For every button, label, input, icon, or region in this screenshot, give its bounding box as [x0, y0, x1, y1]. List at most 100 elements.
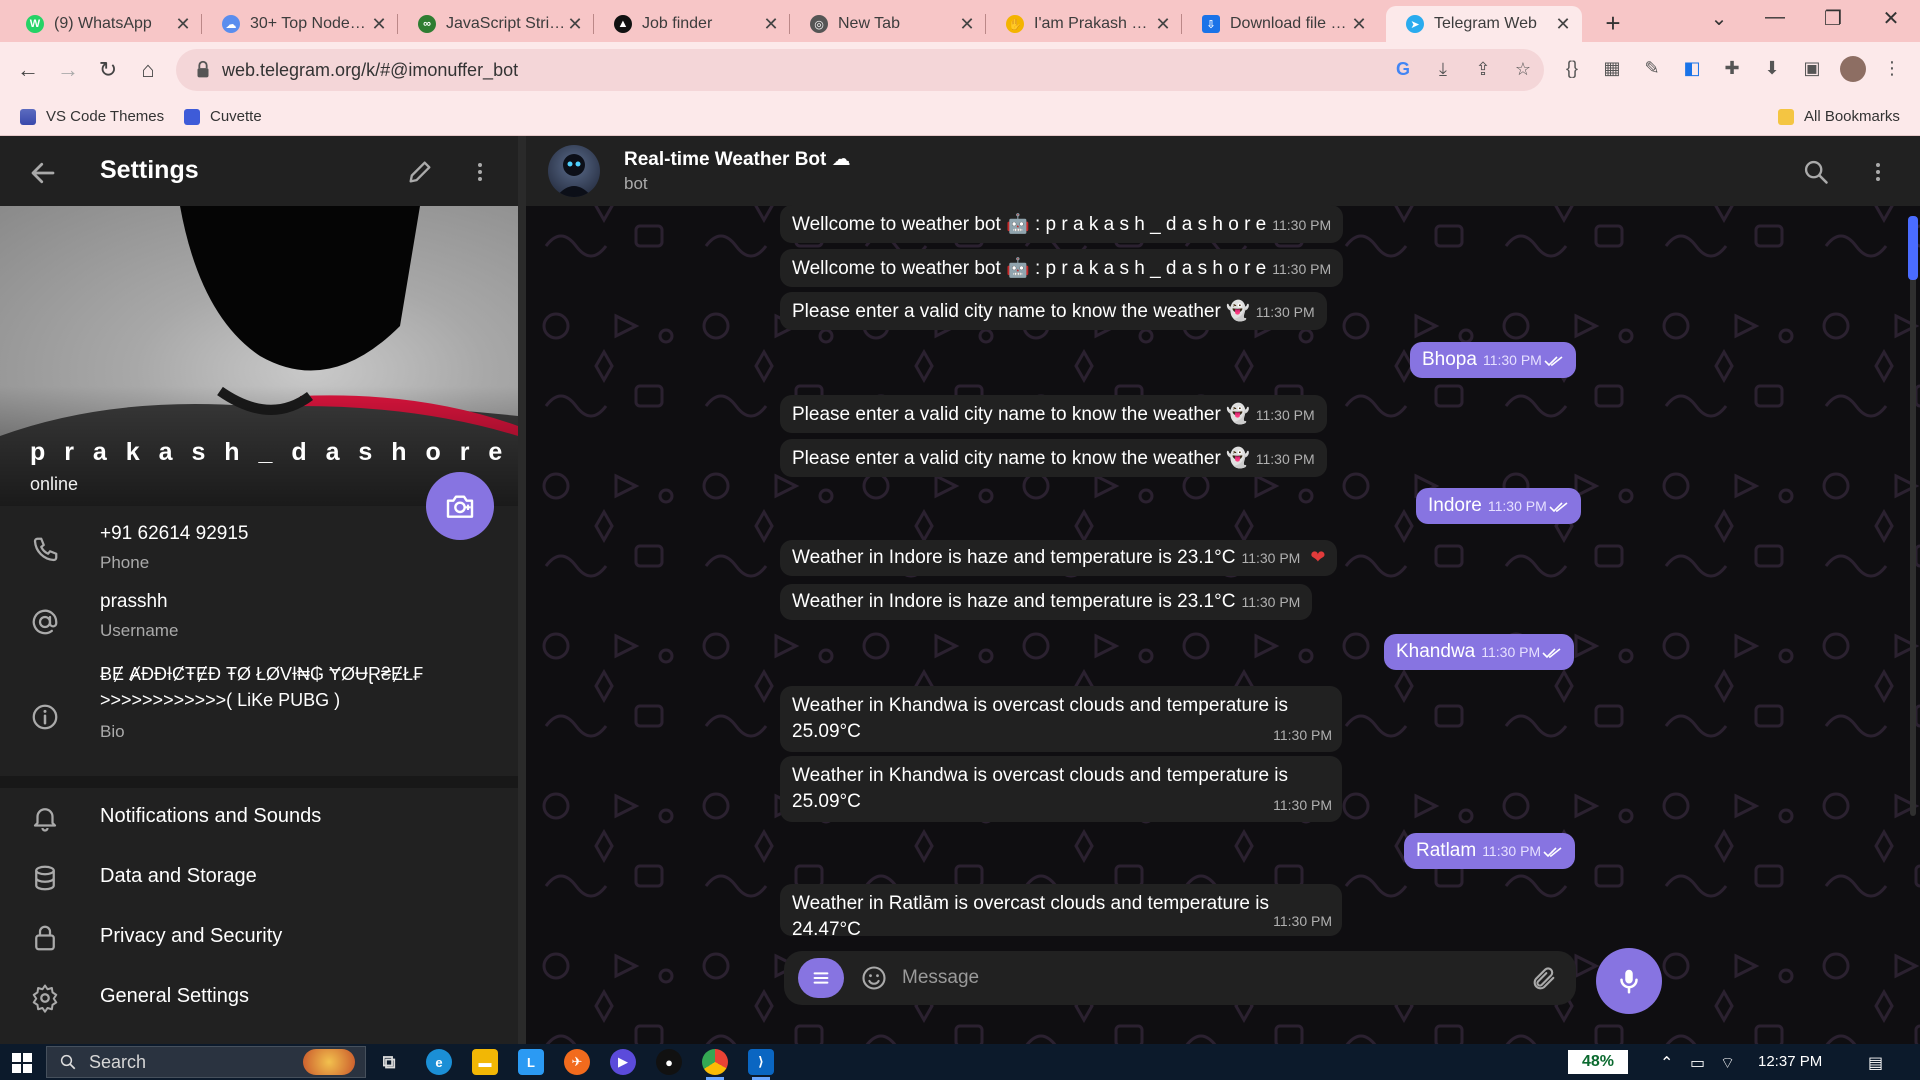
blue-extension-icon[interactable]: ◧: [1680, 58, 1704, 82]
sidepanel-icon[interactable]: ▣: [1800, 58, 1824, 82]
chevron-up-icon[interactable]: ⌃: [1660, 1053, 1673, 1073]
task-view-icon[interactable]: ⧉: [376, 1049, 402, 1075]
chat-header[interactable]: Real-time Weather Bot ☁ bot: [526, 136, 1920, 206]
message-outgoing[interactable]: Bhopa 11:30 PM: [1410, 342, 1576, 378]
vscode-icon[interactable]: ⟩: [748, 1049, 774, 1080]
menu-general[interactable]: General Settings: [0, 969, 518, 1025]
read-check-icon: [1542, 648, 1561, 659]
close-icon[interactable]: ✕: [1554, 14, 1572, 35]
bookmark-cuvette[interactable]: Cuvette: [184, 108, 262, 125]
attach-icon[interactable]: [1530, 965, 1558, 993]
voice-record-button[interactable]: [1596, 948, 1662, 1014]
message-text: Weather in Khandwa is overcast clouds an…: [792, 765, 1289, 812]
restore-button[interactable]: ❐: [1808, 6, 1858, 31]
lens-icon[interactable]: L: [518, 1049, 544, 1075]
chat-scrollbar[interactable]: [1910, 216, 1916, 816]
bookmark-vscode-themes[interactable]: VS Code Themes: [20, 108, 164, 125]
tab-search-icon[interactable]: ⌄: [1694, 6, 1744, 31]
reload-icon[interactable]: ↻: [92, 54, 124, 86]
battery-indicator[interactable]: 48%: [1568, 1050, 1628, 1074]
star-icon[interactable]: ☆: [1512, 59, 1534, 81]
wifi-icon[interactable]: ⌔: [1720, 1053, 1735, 1073]
tab-whatsapp[interactable]: W (9) WhatsApp ✕: [6, 6, 202, 42]
battery-icon[interactable]: ▭: [1690, 1053, 1705, 1073]
message-incoming[interactable]: Weather in Khandwa is overcast clouds an…: [780, 756, 1342, 822]
close-icon[interactable]: ✕: [762, 14, 780, 35]
close-icon[interactable]: ✕: [1350, 14, 1368, 35]
close-icon[interactable]: ✕: [1154, 14, 1172, 35]
pen-extension-icon[interactable]: ✎: [1640, 58, 1664, 82]
install-icon[interactable]: ⤓: [1432, 59, 1454, 81]
message-incoming[interactable]: Weather in Indore is haze and temperatur…: [780, 540, 1338, 576]
google-icon[interactable]: G: [1392, 59, 1414, 81]
extension-icon[interactable]: {}: [1560, 58, 1584, 82]
puzzle-icon[interactable]: ✚: [1720, 58, 1744, 82]
close-icon[interactable]: ✕: [566, 14, 584, 35]
profile-photo[interactable]: p r a k a s h _ d a s h o r e online: [0, 206, 518, 506]
message-incoming[interactable]: Wellcome to weather bot 🤖 : p r a k a s …: [780, 249, 1344, 287]
message-outgoing[interactable]: Indore 11:30 PM: [1416, 488, 1581, 524]
message-outgoing[interactable]: Ratlam 11:30 PM: [1404, 833, 1576, 869]
message-incoming[interactable]: Wellcome to weather bot 🤖 : p r a k a s …: [780, 205, 1344, 243]
tab-job-finder[interactable]: ▲ Job finder ✕: [594, 6, 790, 42]
tab-node[interactable]: ☁ 30+ Top Node.js In ✕: [202, 6, 398, 42]
message-incoming[interactable]: Weather in Indore is haze and temperatur…: [780, 584, 1313, 620]
notification-icon[interactable]: ▤: [1868, 1053, 1883, 1073]
github-icon[interactable]: ●: [656, 1049, 682, 1075]
message-incoming[interactable]: Weather in Ratlām is overcast clouds and…: [780, 884, 1342, 940]
heart-reaction-icon[interactable]: ❤: [1310, 547, 1325, 567]
close-icon[interactable]: ✕: [958, 14, 976, 35]
message-input[interactable]: Message: [902, 967, 979, 989]
username-row[interactable]: prasshh Username: [0, 591, 518, 661]
all-bookmarks[interactable]: All Bookmarks: [1778, 108, 1900, 125]
menu-icon[interactable]: ⋮: [1880, 58, 1904, 82]
close-icon[interactable]: ✕: [174, 14, 192, 35]
home-icon[interactable]: ⌂: [132, 54, 164, 86]
tab-telegram[interactable]: ➤ Telegram Web ✕: [1386, 6, 1582, 42]
edge-icon[interactable]: e: [426, 1049, 452, 1075]
message-time: 11:30 PM: [1255, 407, 1315, 423]
message-outgoing[interactable]: Khandwa 11:30 PM: [1384, 634, 1575, 670]
chrome-icon[interactable]: [702, 1049, 728, 1080]
close-window-button[interactable]: ✕: [1866, 6, 1916, 31]
postman-icon[interactable]: ✈: [564, 1049, 590, 1075]
search-icon[interactable]: [1802, 158, 1830, 186]
tab-prakash[interactable]: ✋ I'am Prakash Dash ✕: [986, 6, 1182, 42]
address-bar[interactable]: web.telegram.org/k/#@imonuffer_bot G ⤓ ⇪…: [176, 49, 1544, 91]
grid-extension-icon[interactable]: ▦: [1600, 58, 1624, 82]
back-arrow-icon[interactable]: [28, 158, 58, 188]
avatar[interactable]: [1840, 56, 1866, 82]
scrollbar-thumb[interactable]: [1908, 216, 1918, 280]
minimize-button[interactable]: —: [1750, 6, 1800, 29]
download-icon[interactable]: ⬇: [1760, 58, 1784, 82]
set-photo-button[interactable]: [426, 472, 494, 540]
bot-avatar[interactable]: [548, 145, 600, 197]
media-player-icon[interactable]: ▶: [610, 1049, 636, 1075]
link-icon: ∞: [418, 15, 436, 33]
message-incoming[interactable]: Weather in Khandwa is overcast clouds an…: [780, 686, 1342, 752]
new-tab-button[interactable]: +: [1598, 8, 1628, 39]
bot-menu-button[interactable]: [798, 958, 844, 998]
menu-privacy[interactable]: Privacy and Security: [0, 909, 518, 965]
forward-icon[interactable]: →: [52, 54, 84, 86]
file-explorer-icon[interactable]: ▬: [472, 1049, 498, 1075]
close-icon[interactable]: ✕: [370, 14, 388, 35]
message-incoming[interactable]: Please enter a valid city name to know t…: [780, 292, 1327, 330]
emoji-icon[interactable]: [860, 964, 888, 992]
bio-row[interactable]: ɃɆ ȺĐĐƗȻŦɆĐ ŦØ ŁØVƗ₦₲ ɎØɄⱤ₴ɆŁ₣ >>>>>>>>>…: [0, 664, 518, 764]
more-icon[interactable]: [1866, 158, 1890, 186]
tab-new-tab[interactable]: ◎ New Tab ✕: [790, 6, 986, 42]
menu-notifications[interactable]: Notifications and Sounds: [0, 789, 518, 845]
tab-js-string[interactable]: ∞ JavaScript String M ✕: [398, 6, 594, 42]
message-incoming[interactable]: Please enter a valid city name to know t…: [780, 395, 1327, 433]
windows-start-icon[interactable]: [12, 1053, 32, 1073]
back-icon[interactable]: ←: [12, 54, 44, 86]
more-icon[interactable]: [468, 158, 492, 186]
share-icon[interactable]: ⇪: [1472, 59, 1494, 81]
message-incoming[interactable]: Please enter a valid city name to know t…: [780, 439, 1327, 477]
taskbar-search[interactable]: Search: [46, 1046, 366, 1078]
pencil-icon[interactable]: [406, 158, 434, 186]
taskbar-clock[interactable]: 12:37 PM: [1758, 1053, 1822, 1070]
tab-download[interactable]: ⇩ Download file | Pi ✕: [1182, 6, 1378, 42]
menu-data-storage[interactable]: Data and Storage: [0, 849, 518, 905]
